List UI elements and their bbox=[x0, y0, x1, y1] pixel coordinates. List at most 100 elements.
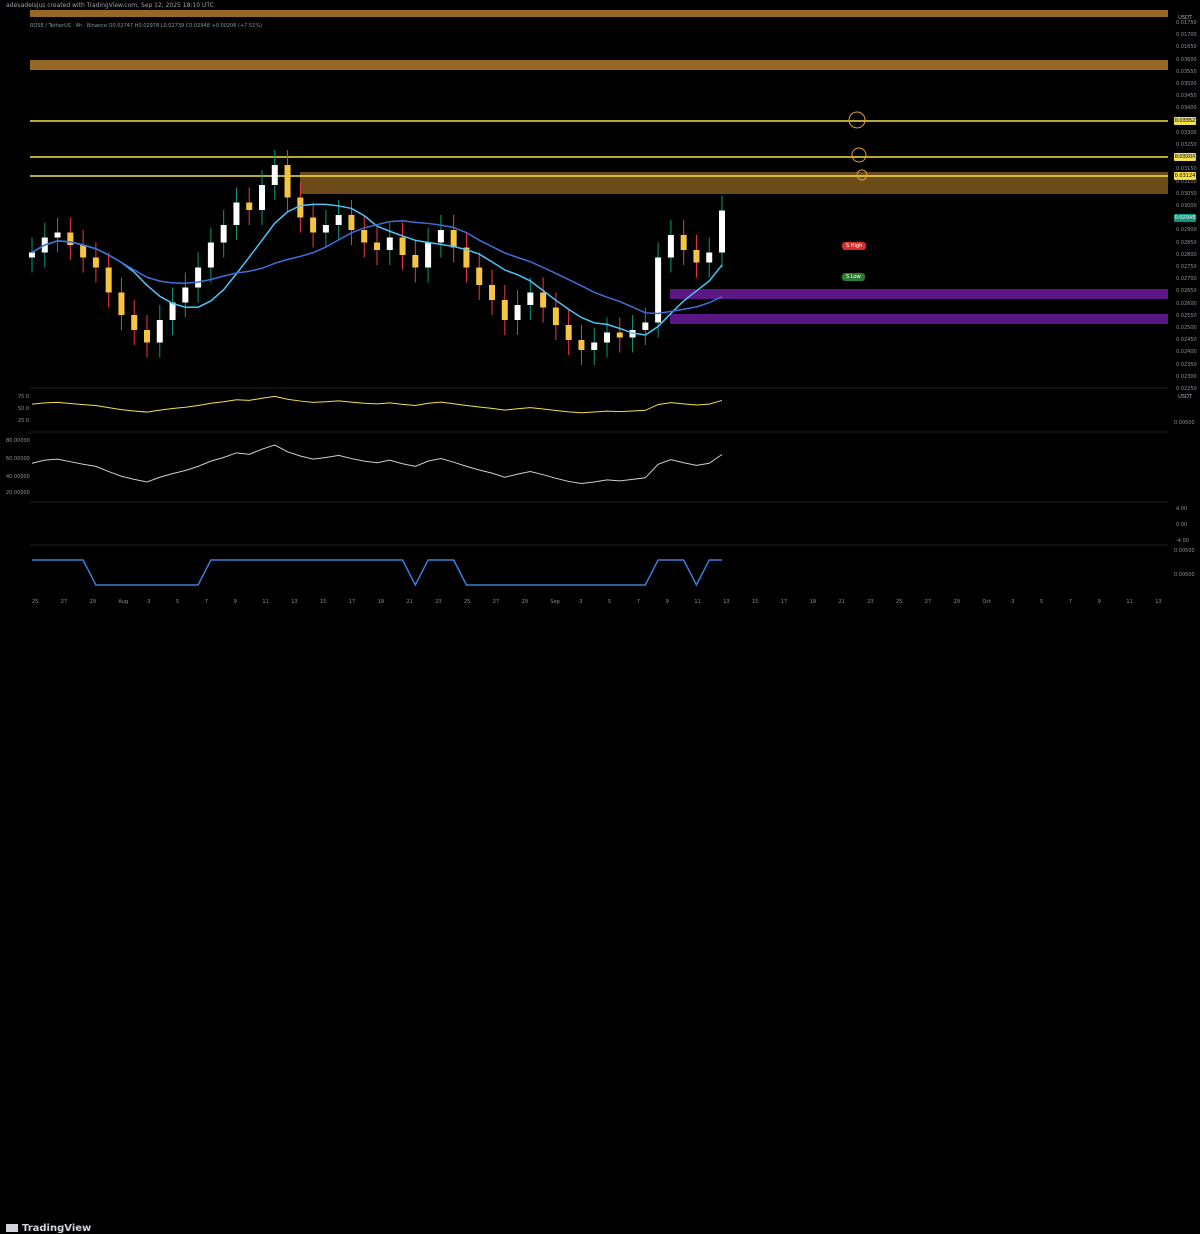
s-high-label: S High bbox=[842, 242, 867, 250]
candle-body bbox=[233, 202, 240, 225]
price-tick: 0.02300 bbox=[1176, 373, 1197, 380]
candle-body bbox=[182, 287, 189, 303]
price-tick: 0.03600 bbox=[1176, 56, 1197, 63]
price-tick: 0.01650 bbox=[1176, 44, 1197, 51]
time-tick: 11 bbox=[694, 599, 701, 605]
time-tick: 5 bbox=[1040, 599, 1044, 605]
s-low-label: S Low bbox=[842, 273, 865, 281]
time-tick: 3 bbox=[1011, 599, 1015, 605]
candle-body bbox=[259, 185, 265, 210]
price-tick: 0.02950 bbox=[1176, 215, 1197, 222]
candle-body bbox=[118, 292, 125, 315]
resistance-zone-top bbox=[30, 10, 1168, 17]
candle-body bbox=[131, 315, 138, 330]
price-tick: 0.02250 bbox=[1176, 386, 1197, 392]
candle-body bbox=[92, 257, 99, 268]
rsi-tick-50: 50.0 bbox=[18, 406, 30, 412]
stoch-tick-80: 80.00000 bbox=[6, 438, 30, 444]
candle-body bbox=[616, 332, 623, 338]
candle-body bbox=[361, 230, 368, 243]
stoch-line bbox=[31, 444, 723, 485]
price-tick: 0.01700 bbox=[1176, 32, 1197, 39]
price-tick: 0.03500 bbox=[1176, 81, 1197, 87]
price-tick: 0.03250 bbox=[1176, 142, 1197, 148]
price-tick: 0.02450 bbox=[1176, 337, 1197, 344]
candle-body bbox=[514, 305, 521, 320]
candle-body bbox=[412, 255, 419, 268]
osc-tick-0: 0.00 bbox=[1176, 522, 1188, 528]
candle-body bbox=[667, 235, 674, 258]
candle-body bbox=[425, 242, 432, 268]
candle-body bbox=[80, 245, 87, 258]
price-tick: 0.03200 bbox=[1176, 154, 1197, 161]
support-zone-2 bbox=[670, 314, 1168, 324]
time-tick: Sep bbox=[550, 599, 560, 605]
time-tick: 7 bbox=[204, 599, 208, 605]
candle-body bbox=[591, 342, 598, 350]
time-tick: 11 bbox=[262, 599, 269, 605]
candle-body bbox=[706, 252, 713, 263]
time-tick: 3 bbox=[147, 599, 151, 605]
price-tick: 0.03150 bbox=[1176, 166, 1197, 173]
candle-body bbox=[144, 330, 150, 343]
price-tick: 0.02500 bbox=[1176, 325, 1197, 331]
time-tick: 25 bbox=[32, 599, 39, 605]
price-tick: 0.02650 bbox=[1176, 288, 1197, 295]
stoch-tick-20: 20.00000 bbox=[6, 490, 30, 496]
price-tick: 0.03100 bbox=[1176, 178, 1197, 185]
time-tick: 19 bbox=[377, 599, 384, 605]
tradingview-brand[interactable]: TradingView bbox=[6, 1223, 91, 1234]
time-tick: 7 bbox=[1068, 599, 1072, 605]
candle-body bbox=[220, 225, 227, 243]
time-tick: 27 bbox=[60, 599, 68, 605]
time-tick: 29 bbox=[953, 599, 960, 605]
rsi-currency: USDT bbox=[1178, 394, 1192, 400]
target-circle-2 bbox=[851, 147, 867, 163]
support-zone-1 bbox=[670, 289, 1168, 299]
candle-body bbox=[719, 210, 725, 253]
time-tick: 27 bbox=[924, 599, 932, 605]
time-tick: 23 bbox=[435, 599, 442, 605]
candle-body bbox=[399, 237, 406, 255]
price-tick: 0.02550 bbox=[1176, 312, 1197, 319]
time-tick: 19 bbox=[809, 599, 816, 605]
price-tick: 0.01750 bbox=[1176, 20, 1197, 26]
time-tick: 25 bbox=[896, 599, 903, 605]
time-tick: 17 bbox=[348, 599, 356, 605]
price-tick: 0.02750 bbox=[1176, 264, 1197, 270]
candle-body bbox=[271, 165, 278, 185]
candle-body bbox=[501, 300, 508, 320]
time-tick: 23 bbox=[867, 599, 874, 605]
price-tick: 0.03000 bbox=[1176, 203, 1197, 209]
price-tick: 0.02400 bbox=[1176, 349, 1197, 356]
candle-body bbox=[207, 242, 214, 268]
time-tick: 21 bbox=[838, 599, 845, 605]
candle-body bbox=[565, 325, 572, 340]
time-tick: 25 bbox=[464, 599, 471, 605]
candle-body bbox=[527, 292, 534, 305]
osc-tick-4: 4.00 bbox=[1176, 506, 1188, 512]
time-tick: 27 bbox=[492, 599, 500, 605]
time-tick: 13 bbox=[723, 599, 730, 605]
time-tick: 17 bbox=[780, 599, 788, 605]
price-chart[interactable] bbox=[0, 0, 1200, 630]
candle-body bbox=[450, 230, 457, 248]
stoch-tick-60: 60.00000 bbox=[6, 456, 30, 462]
step-line bbox=[32, 559, 722, 587]
candle-body bbox=[489, 285, 495, 300]
price-tick: 0.02900 bbox=[1176, 227, 1197, 234]
candle-body bbox=[335, 215, 342, 225]
time-tick: 3 bbox=[579, 599, 583, 605]
rsi-line bbox=[31, 395, 723, 414]
candle-body bbox=[437, 230, 444, 243]
candle-body bbox=[604, 332, 610, 343]
time-tick: 13 bbox=[291, 599, 298, 605]
bottom-tick-zero: 0.00000 bbox=[1174, 572, 1195, 578]
target-circle-1 bbox=[848, 111, 866, 129]
price-tick: 0.03400 bbox=[1176, 105, 1197, 112]
tradingview-logo-icon bbox=[6, 1224, 18, 1232]
candle-body bbox=[105, 267, 112, 293]
candle-body bbox=[680, 235, 687, 250]
price-tick: 0.03050 bbox=[1176, 190, 1197, 197]
rsi-tick-75: 75.0 bbox=[18, 394, 30, 400]
